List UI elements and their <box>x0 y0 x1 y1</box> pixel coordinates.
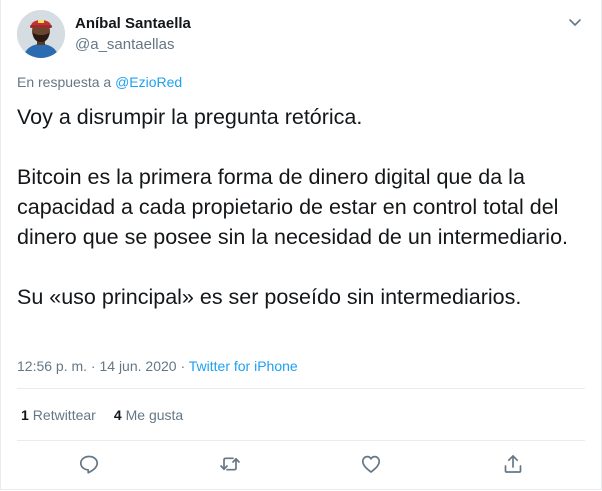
retweets-stat[interactable]: 1 Retwittear <box>21 406 96 424</box>
author-display-name[interactable]: Aníbal Santaella <box>75 14 191 34</box>
meta-separator: · <box>176 358 189 374</box>
author-handle[interactable]: @a_santaellas <box>75 35 191 55</box>
retweets-label: Retwittear <box>32 407 96 423</box>
likes-count: 4 <box>113 407 122 423</box>
heart-icon[interactable] <box>359 452 383 476</box>
retweet-icon[interactable] <box>218 452 242 476</box>
tweet-timestamp[interactable]: 12:56 p. m. · 14 jun. 2020 <box>17 358 177 374</box>
author-names: Aníbal Santaella @a_santaellas <box>75 14 191 55</box>
tweet-paragraph: Bitcoin es la primera forma de dinero di… <box>17 165 569 249</box>
share-icon[interactable] <box>501 452 525 476</box>
likes-stat[interactable]: 4 Me gusta <box>114 406 183 424</box>
tweet-source-link[interactable]: Twitter for iPhone <box>189 358 298 374</box>
tweet-paragraph: Voy a disrumpir la pregunta retórica. <box>17 105 363 129</box>
tweet-stats: 1 Retwittear 4 Me gusta <box>21 406 183 424</box>
chevron-down-icon[interactable] <box>567 14 583 30</box>
tweet-card: Aníbal Santaella @a_santaellas En respue… <box>0 0 602 490</box>
likes-label: Me gusta <box>125 407 184 423</box>
retweets-count: 1 <box>21 407 29 423</box>
reply-mention-link[interactable]: @EzioRed <box>115 74 182 90</box>
tweet-paragraph: Su «uso principal» es ser poseído sin in… <box>17 285 522 309</box>
tweet-header: Aníbal Santaella @a_santaellas <box>17 10 191 58</box>
tweet-meta: 12:56 p. m. · 14 jun. 2020 · Twitter for… <box>17 357 298 375</box>
reply-icon[interactable] <box>77 452 101 476</box>
reply-context: En respuesta a @EzioRed <box>17 73 182 91</box>
tweet-text: Voy a disrumpir la pregunta retórica. Bi… <box>17 102 587 312</box>
reply-prefix: En respuesta a <box>17 74 116 90</box>
divider <box>17 388 585 389</box>
avatar[interactable] <box>17 10 65 58</box>
divider <box>17 440 585 441</box>
tweet-actions <box>1 452 601 480</box>
